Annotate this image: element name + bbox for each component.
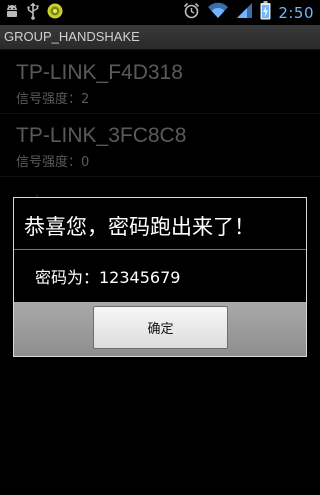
android-debug-icon	[4, 3, 20, 23]
wifi-signal-icon	[207, 2, 229, 23]
dialog-title-area: 恭喜您，密码跑出来了！	[14, 198, 306, 250]
dialog-message-area: 密码为：12345679	[14, 251, 306, 302]
usb-icon	[26, 2, 40, 24]
dialog-button-bar: 确定	[14, 302, 306, 356]
app-title: GROUP_HANDSHAKE	[4, 29, 140, 44]
notification-icon	[46, 2, 64, 24]
cell-signal-icon	[236, 2, 253, 23]
app-title-bar: GROUP_HANDSHAKE	[0, 25, 320, 50]
alarm-icon	[183, 2, 200, 23]
status-bar-clock: 2:50	[278, 3, 314, 22]
status-bar-notifications	[4, 2, 64, 24]
dialog-title: 恭喜您，密码跑出来了！	[24, 215, 255, 239]
ok-button[interactable]: 确定	[93, 306, 228, 349]
password-found-dialog: 恭喜您，密码跑出来了！ 密码为：12345679 确定	[13, 197, 307, 357]
status-bar: 2:50	[0, 0, 320, 25]
battery-charging-icon	[260, 1, 271, 24]
dialog-message: 密码为：12345679	[35, 268, 181, 287]
status-bar-system: 2:50	[183, 1, 314, 24]
